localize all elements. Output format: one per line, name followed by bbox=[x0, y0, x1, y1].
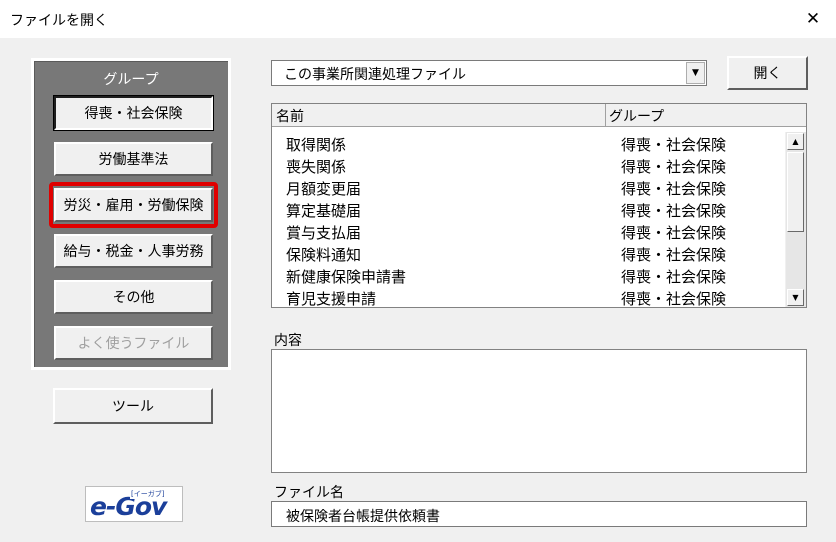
file-category-value: この事業所関連処理ファイル bbox=[284, 67, 466, 83]
item-name: 保険料通知 bbox=[286, 246, 362, 264]
group-button-label: その他 bbox=[112, 290, 155, 306]
group-button-label: 労働基準法 bbox=[98, 152, 169, 168]
group-panel-title: グループ bbox=[103, 72, 159, 88]
list-item[interactable]: 賞与支払届 得喪・社会保険 bbox=[272, 220, 782, 242]
scroll-thumb[interactable] bbox=[787, 152, 804, 232]
item-group: 得喪・社会保険 bbox=[621, 246, 727, 264]
column-separator[interactable] bbox=[605, 104, 606, 126]
list-item[interactable]: 喪失関係 得喪・社会保険 bbox=[272, 154, 782, 176]
item-name: 取得関係 bbox=[286, 136, 347, 154]
item-name: 新健康保険申請書 bbox=[286, 268, 407, 286]
file-name-field[interactable]: 被保険者台帳提供依頼書 bbox=[271, 501, 807, 527]
file-list[interactable]: 名前 グループ 取得関係 得喪・社会保険 喪失関係 得喪・社会保険 月額変更届 得喪・… bbox=[271, 103, 807, 308]
list-scrollbar[interactable]: ▲ ▼ bbox=[785, 132, 806, 307]
column-header-group[interactable]: グループ bbox=[609, 106, 664, 126]
close-button[interactable]: ✕ bbox=[790, 0, 836, 38]
list-item[interactable]: 取得関係 得喪・社会保険 bbox=[272, 132, 782, 154]
file-name-value: 被保険者台帳提供依頼書 bbox=[286, 509, 440, 525]
file-category-select[interactable]: この事業所関連処理ファイル ▼ bbox=[271, 60, 707, 86]
list-item[interactable]: 月額変更届 得喪・社会保険 bbox=[272, 176, 782, 198]
group-button-label: よく使うファイル bbox=[77, 336, 190, 352]
group-button-favorites: よく使うファイル bbox=[54, 326, 213, 360]
content-box[interactable] bbox=[271, 349, 807, 473]
chevron-up-icon: ▲ bbox=[792, 137, 799, 146]
open-button-label: 開く bbox=[753, 66, 782, 82]
item-name: 喪失関係 bbox=[286, 158, 347, 176]
item-name: 算定基礎届 bbox=[286, 202, 362, 220]
item-name: 育児支援申請 bbox=[286, 290, 377, 308]
list-item[interactable]: 新健康保険申請書 得喪・社会保険 bbox=[272, 264, 782, 286]
dropdown-arrow-button[interactable]: ▼ bbox=[686, 62, 705, 84]
window-title: ファイルを開く bbox=[10, 13, 108, 29]
group-button-other[interactable]: その他 bbox=[54, 280, 213, 314]
item-group: 得喪・社会保険 bbox=[621, 202, 727, 220]
group-button-label: 給与・税金・人事労務 bbox=[63, 244, 204, 260]
item-name: 賞与支払届 bbox=[286, 224, 362, 242]
list-item[interactable]: 算定基礎届 得喪・社会保険 bbox=[272, 198, 782, 220]
item-name: 月額変更届 bbox=[286, 180, 362, 198]
tool-button[interactable]: ツール bbox=[53, 388, 213, 424]
content-label: 内容 bbox=[274, 333, 302, 349]
item-group: 得喪・社会保険 bbox=[621, 224, 727, 242]
open-button[interactable]: 開く bbox=[727, 56, 808, 90]
scroll-up-button[interactable]: ▲ bbox=[787, 133, 804, 150]
group-button-payroll[interactable]: 給与・税金・人事労務 bbox=[54, 234, 213, 268]
item-group: 得喪・社会保険 bbox=[621, 158, 727, 176]
list-header: 名前 グループ bbox=[272, 104, 806, 127]
item-group: 得喪・社会保険 bbox=[621, 268, 727, 286]
group-button-label: 得喪・社会保険 bbox=[84, 106, 183, 122]
chevron-down-icon: ▼ bbox=[692, 68, 699, 78]
chevron-down-icon: ▼ bbox=[792, 293, 799, 302]
column-header-name[interactable]: 名前 bbox=[276, 106, 304, 126]
item-group: 得喪・社会保険 bbox=[621, 136, 727, 154]
list-item[interactable]: 保険料通知 得喪・社会保険 bbox=[272, 242, 782, 264]
close-icon: ✕ bbox=[805, 9, 821, 29]
tool-button-label: ツール bbox=[112, 399, 154, 415]
list-item[interactable]: 育児支援申請 得喪・社会保険 bbox=[272, 286, 782, 308]
item-group: 得喪・社会保険 bbox=[621, 180, 727, 198]
egov-logo: e-Gov [イーガブ] bbox=[85, 486, 183, 522]
scroll-down-button[interactable]: ▼ bbox=[787, 289, 804, 306]
list-rows: 取得関係 得喪・社会保険 喪失関係 得喪・社会保険 月額変更届 得喪・社会保険 算定基… bbox=[272, 132, 782, 308]
item-group: 得喪・社会保険 bbox=[621, 290, 727, 308]
group-button-label: 労災・雇用・労働保険 bbox=[63, 198, 204, 214]
title-bar: ファイルを開く ✕ bbox=[0, 0, 836, 38]
group-button-labor-insurance[interactable]: 労災・雇用・労働保険 bbox=[54, 188, 213, 222]
group-button-labor-standards[interactable]: 労働基準法 bbox=[54, 142, 213, 176]
group-button-tokuso[interactable]: 得喪・社会保険 bbox=[53, 95, 214, 131]
egov-logo-sub: [イーガブ] bbox=[130, 489, 166, 499]
file-name-label: ファイル名 bbox=[274, 485, 344, 501]
